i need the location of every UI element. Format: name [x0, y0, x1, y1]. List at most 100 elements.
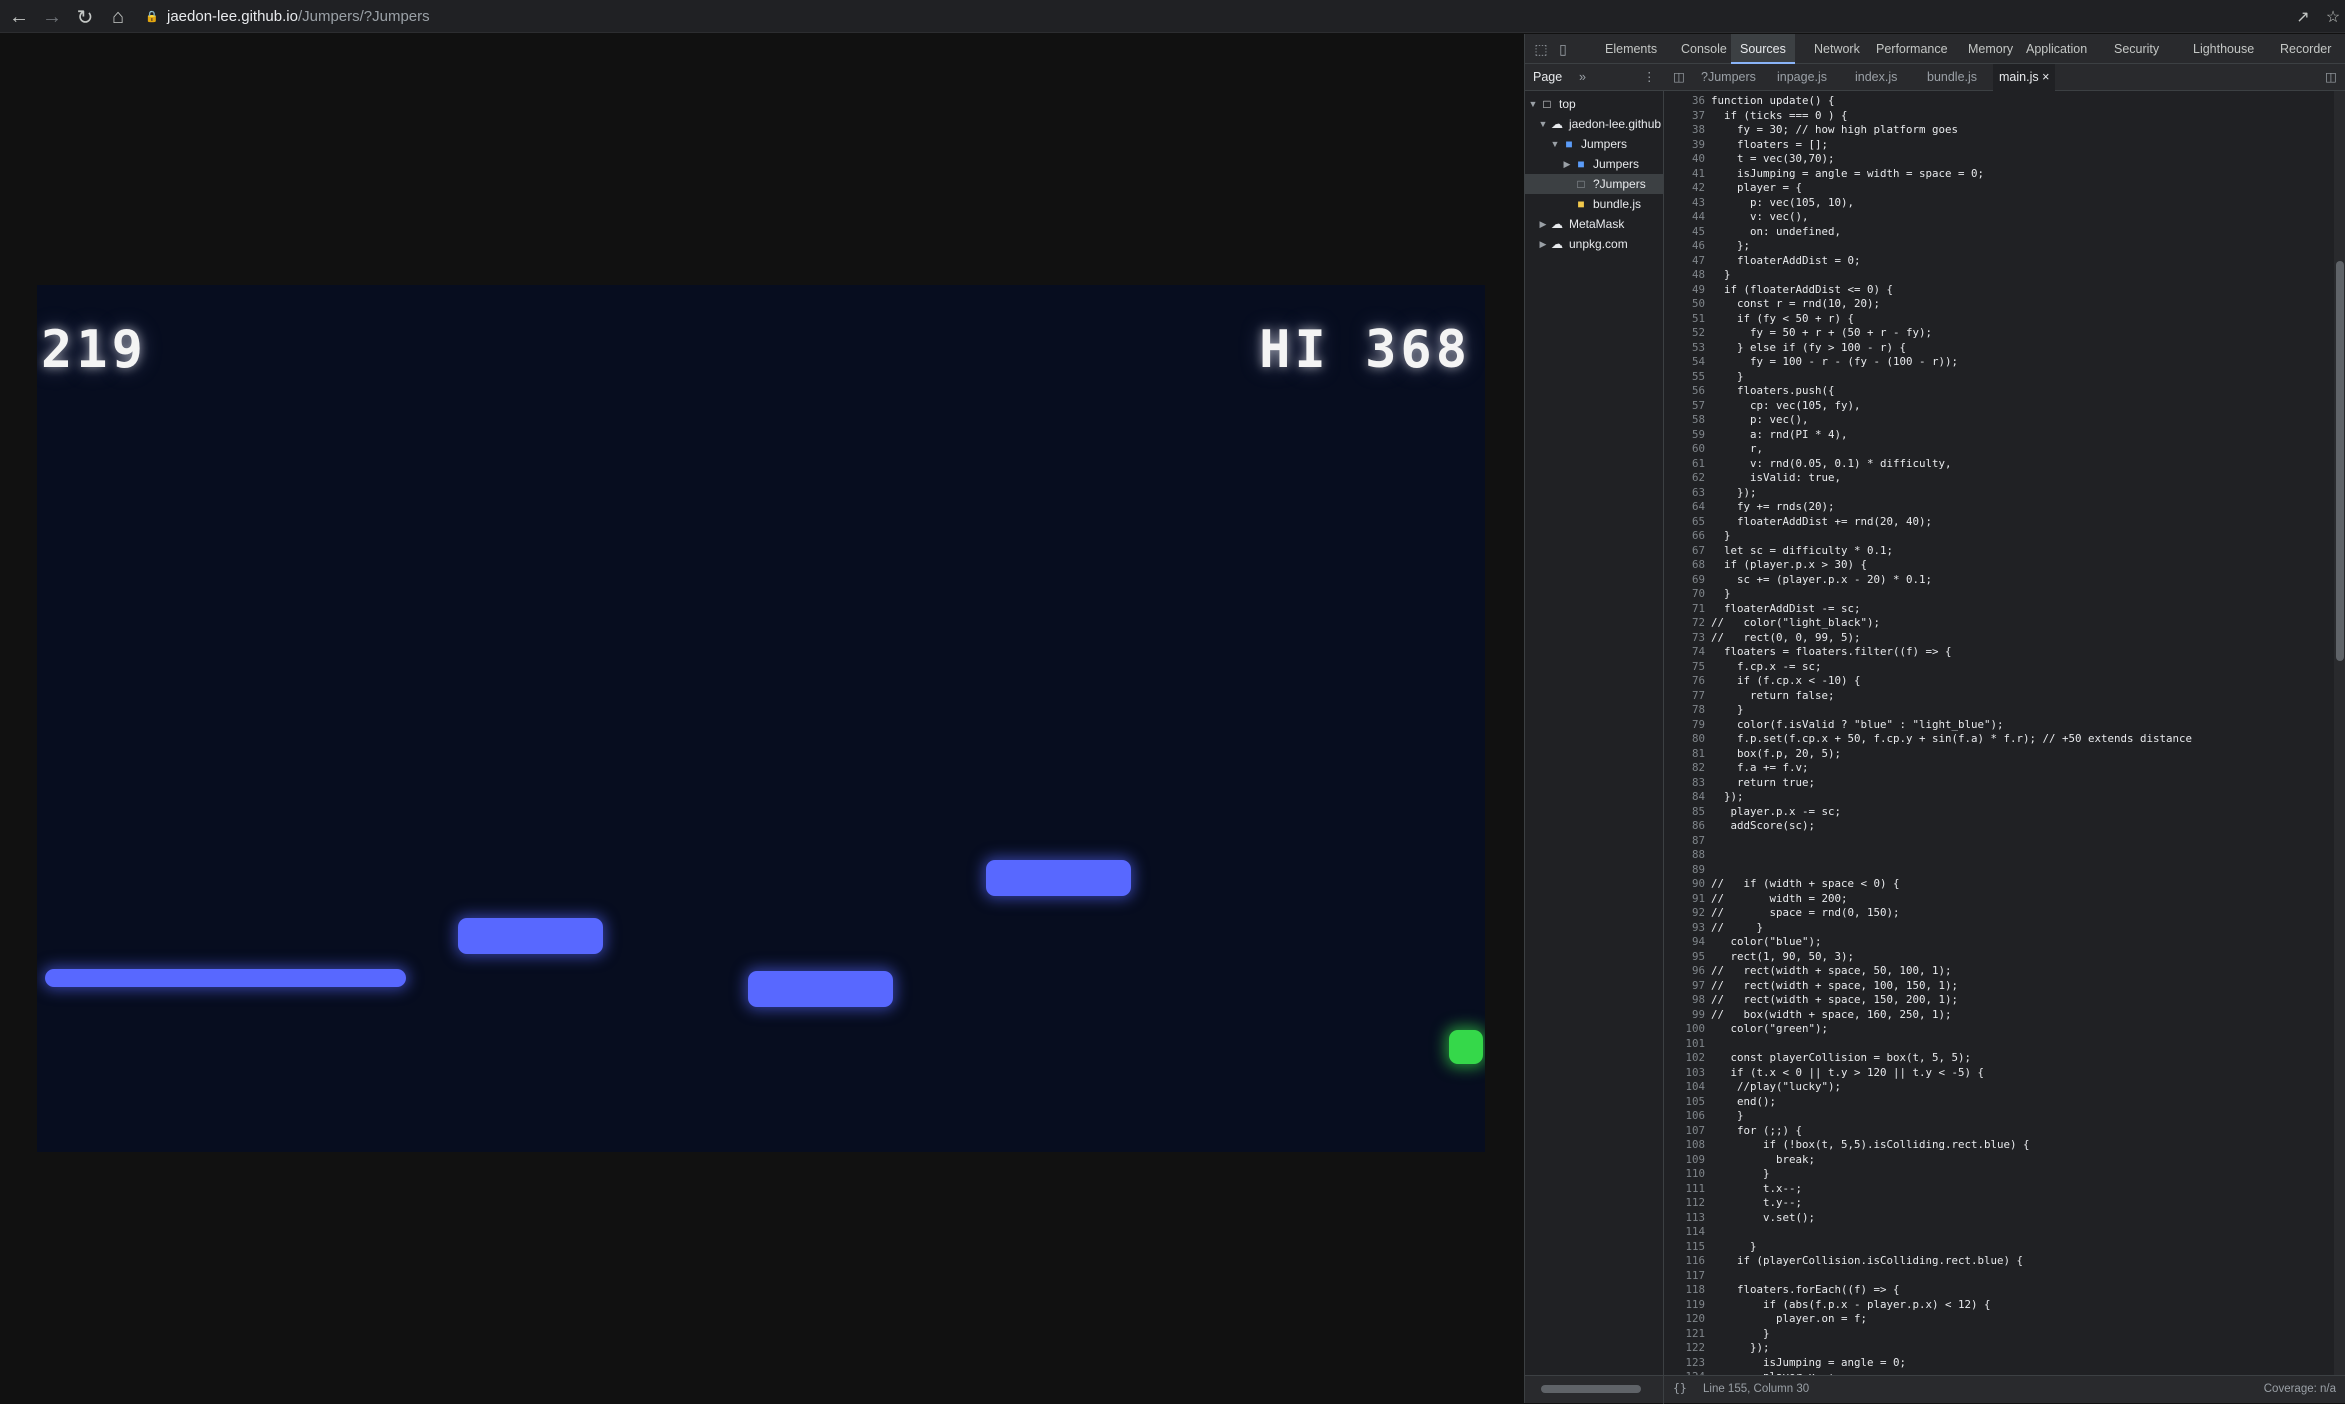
- line-number[interactable]: 120: [1665, 1312, 1705, 1327]
- line-number[interactable]: 47: [1665, 254, 1705, 269]
- line-number[interactable]: 112: [1665, 1196, 1705, 1211]
- line-number[interactable]: 40: [1665, 152, 1705, 167]
- line-number[interactable]: 113: [1665, 1211, 1705, 1226]
- tree-item-domain[interactable]: ▼ ☁ jaedon-lee.github: [1537, 114, 1662, 134]
- line-number[interactable]: 53: [1665, 341, 1705, 356]
- line-number[interactable]: 38: [1665, 123, 1705, 138]
- reload-icon[interactable]: ↻: [72, 4, 98, 30]
- line-number[interactable]: 92: [1665, 906, 1705, 921]
- line-number[interactable]: 78: [1665, 703, 1705, 718]
- file-tab-jumpers[interactable]: ?Jumpers: [1701, 64, 1756, 91]
- tab-network[interactable]: Network: [1805, 34, 1869, 64]
- line-number[interactable]: 56: [1665, 384, 1705, 399]
- tree-item-unpkg[interactable]: ▶ ☁ unpkg.com: [1537, 234, 1628, 254]
- line-number[interactable]: 84: [1665, 790, 1705, 805]
- line-number[interactable]: 118: [1665, 1283, 1705, 1298]
- toggle-navigator-icon[interactable]: ◫: [1673, 64, 1685, 91]
- tab-page[interactable]: Page: [1533, 64, 1562, 91]
- line-number[interactable]: 87: [1665, 834, 1705, 849]
- line-number[interactable]: 48: [1665, 268, 1705, 283]
- line-number[interactable]: 86: [1665, 819, 1705, 834]
- line-number[interactable]: 105: [1665, 1095, 1705, 1110]
- tree-item-top[interactable]: ▼ □ top: [1527, 94, 1576, 114]
- line-number[interactable]: 94: [1665, 935, 1705, 950]
- line-number[interactable]: 102: [1665, 1051, 1705, 1066]
- line-number[interactable]: 74: [1665, 645, 1705, 660]
- line-number[interactable]: 96: [1665, 964, 1705, 979]
- line-number[interactable]: 122: [1665, 1341, 1705, 1356]
- file-tab-inpage[interactable]: inpage.js: [1777, 64, 1827, 91]
- line-number[interactable]: 116: [1665, 1254, 1705, 1269]
- line-number[interactable]: 50: [1665, 297, 1705, 312]
- line-number[interactable]: 37: [1665, 109, 1705, 124]
- pretty-print-icon[interactable]: {}: [1673, 1381, 1687, 1395]
- tab-recorder[interactable]: Recorder: [2271, 34, 2340, 64]
- editor-scrollbar[interactable]: [2334, 91, 2345, 1375]
- tab-security[interactable]: Security: [2105, 34, 2168, 64]
- line-number[interactable]: 70: [1665, 587, 1705, 602]
- line-number[interactable]: 66: [1665, 529, 1705, 544]
- back-arrow-icon[interactable]: ←: [6, 4, 32, 30]
- line-number[interactable]: 79: [1665, 718, 1705, 733]
- line-number[interactable]: 119: [1665, 1298, 1705, 1313]
- line-number[interactable]: 69: [1665, 573, 1705, 588]
- tree-item-page[interactable]: □ ?Jumpers: [1525, 174, 1663, 194]
- line-number[interactable]: 88: [1665, 848, 1705, 863]
- line-number[interactable]: 121: [1665, 1327, 1705, 1342]
- tab-sources[interactable]: Sources: [1731, 34, 1795, 64]
- line-number[interactable]: 101: [1665, 1037, 1705, 1052]
- line-number[interactable]: 45: [1665, 225, 1705, 240]
- more-tabs-button[interactable]: »: [1579, 64, 1586, 91]
- line-number[interactable]: 100: [1665, 1022, 1705, 1037]
- line-number[interactable]: 67: [1665, 544, 1705, 559]
- line-number[interactable]: 59: [1665, 428, 1705, 443]
- forward-arrow-icon[interactable]: →: [39, 4, 65, 30]
- inspect-element-icon[interactable]: ⬚: [1531, 39, 1551, 59]
- line-number[interactable]: 89: [1665, 863, 1705, 878]
- line-number[interactable]: 60: [1665, 442, 1705, 457]
- line-number[interactable]: 109: [1665, 1153, 1705, 1168]
- line-number[interactable]: 52: [1665, 326, 1705, 341]
- line-number[interactable]: 42: [1665, 181, 1705, 196]
- line-number[interactable]: 54: [1665, 355, 1705, 370]
- line-number[interactable]: 72: [1665, 616, 1705, 631]
- tree-item-bundle[interactable]: ■ bundle.js: [1573, 194, 1641, 214]
- line-number[interactable]: 85: [1665, 805, 1705, 820]
- line-number[interactable]: 68: [1665, 558, 1705, 573]
- file-tab-bundle[interactable]: bundle.js: [1927, 64, 1977, 91]
- line-number[interactable]: 111: [1665, 1182, 1705, 1197]
- more-options-icon[interactable]: ⋮: [1643, 64, 1656, 91]
- line-number[interactable]: 41: [1665, 167, 1705, 182]
- line-number[interactable]: 83: [1665, 776, 1705, 791]
- line-number[interactable]: 115: [1665, 1240, 1705, 1255]
- line-number[interactable]: 44: [1665, 210, 1705, 225]
- line-number[interactable]: 106: [1665, 1109, 1705, 1124]
- line-number[interactable]: 80: [1665, 732, 1705, 747]
- line-number[interactable]: 104: [1665, 1080, 1705, 1095]
- line-number[interactable]: 64: [1665, 500, 1705, 515]
- line-number[interactable]: 110: [1665, 1167, 1705, 1182]
- line-number[interactable]: 73: [1665, 631, 1705, 646]
- address-bar[interactable]: 🔒 jaedon-lee.github.io/Jumpers/?Jumpers: [145, 4, 2285, 29]
- device-toolbar-icon[interactable]: ▯: [1553, 39, 1573, 59]
- line-number[interactable]: 71: [1665, 602, 1705, 617]
- line-number[interactable]: 90: [1665, 877, 1705, 892]
- line-number[interactable]: 82: [1665, 761, 1705, 776]
- line-number[interactable]: 99: [1665, 1008, 1705, 1023]
- tree-item-subfolder[interactable]: ▶ ■ Jumpers: [1561, 154, 1639, 174]
- toggle-debugger-icon[interactable]: ◫: [2325, 64, 2337, 91]
- tab-elements[interactable]: Elements: [1596, 34, 1666, 64]
- line-number[interactable]: 91: [1665, 892, 1705, 907]
- line-number[interactable]: 76: [1665, 674, 1705, 689]
- line-number[interactable]: 63: [1665, 486, 1705, 501]
- line-number[interactable]: 75: [1665, 660, 1705, 675]
- tab-application[interactable]: Application: [2017, 34, 2096, 64]
- line-number[interactable]: 65: [1665, 515, 1705, 530]
- line-number[interactable]: 36: [1665, 94, 1705, 109]
- line-number[interactable]: 39: [1665, 138, 1705, 153]
- line-number[interactable]: 57: [1665, 399, 1705, 414]
- line-number[interactable]: 103: [1665, 1066, 1705, 1081]
- line-number[interactable]: 55: [1665, 370, 1705, 385]
- line-number[interactable]: 49: [1665, 283, 1705, 298]
- tab-lighthouse[interactable]: Lighthouse: [2184, 34, 2263, 64]
